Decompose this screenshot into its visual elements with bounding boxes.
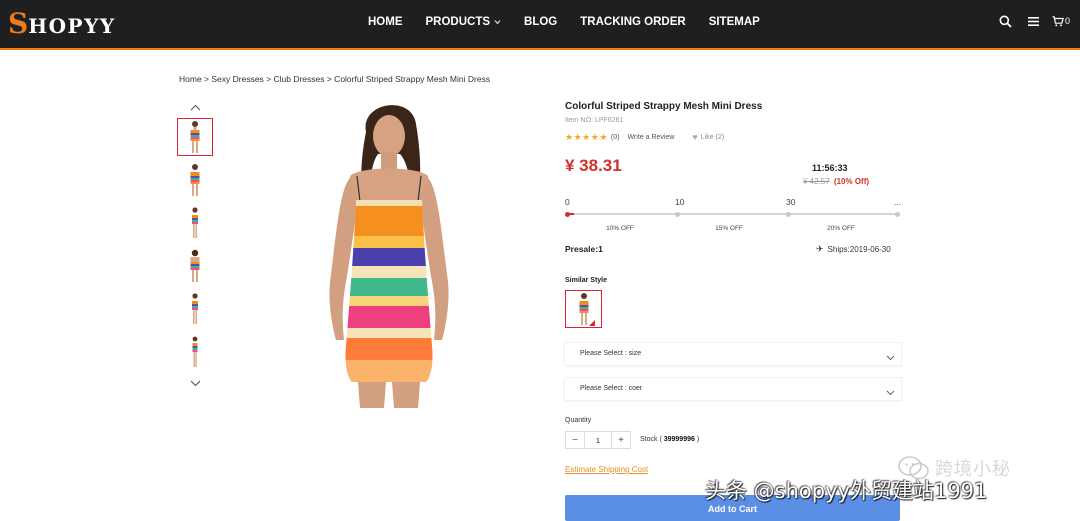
main-nav: HOME PRODUCTS BLOG TRACKING ORDER SITEMA…: [368, 0, 783, 44]
cart-icon[interactable]: 0: [1052, 12, 1070, 30]
product-title: Colorful Striped Strappy Mesh Mini Dress: [565, 101, 763, 112]
similar-style-label: Similar Style: [565, 277, 608, 284]
header-icons: 0: [986, 12, 1070, 30]
star-icon: ★: [573, 132, 582, 142]
cart-count: 0: [1064, 16, 1070, 26]
tier-qty-0: 0: [565, 197, 570, 207]
nav-products-label: PRODUCTS: [425, 16, 491, 28]
countdown-timer: 11:56:33: [812, 163, 848, 173]
search-icon[interactable]: [996, 12, 1014, 30]
like-button[interactable]: ♥ Like (2): [692, 132, 724, 142]
chevron-down-icon: [886, 383, 895, 401]
like-label: Like (2): [700, 133, 725, 141]
quantity-label: Quantity: [565, 417, 592, 424]
stock-suffix: ): [694, 436, 700, 443]
ship-date-text: Ships:2019-06-30: [827, 245, 891, 254]
tier-dot: [894, 211, 900, 217]
tier-dot: [785, 211, 791, 217]
quantity-input[interactable]: 1: [584, 432, 612, 448]
thumbnail-6[interactable]: [177, 333, 213, 371]
chevron-down-icon: [886, 348, 895, 366]
original-price: ¥ 42.57: [803, 177, 830, 186]
rating-row: ★ ★ ★ ★ ★ (0) Write a Review ♥ Like (2): [565, 132, 724, 142]
shopyy-logo[interactable]: S HOPYY: [8, 9, 116, 39]
tier-discounts: 10% OFF 15% OFF 20% OFF: [565, 225, 901, 235]
quantity-stepper: − 1 +: [565, 431, 631, 449]
tier-off-1: 10% OFF: [606, 225, 634, 232]
original-price-row: ¥ 42.57 (10% Off): [803, 177, 869, 186]
nav-sitemap-label: SITEMAP: [708, 16, 760, 28]
tier-quantities: 0 10 30 ...: [565, 197, 901, 209]
decrease-button[interactable]: −: [566, 432, 584, 448]
presale-info: Presale:1: [565, 244, 603, 254]
tier-qty-2: 30: [786, 197, 796, 207]
toutiao-watermark: 头条 @shopyy外贸建站1991: [705, 479, 988, 503]
nav-blog-label: BLOG: [524, 16, 558, 28]
stock-prefix: Stock (: [640, 436, 664, 443]
nav-tracking-order-label: TRACKING ORDER: [580, 16, 686, 28]
tier-dot: [674, 211, 680, 217]
top-navigation-bar: S HOPYY HOME PRODUCTS BLOG TRACKING ORDE…: [0, 0, 1080, 50]
logo-text: HOPYY: [28, 14, 116, 38]
similar-style-thumbnail[interactable]: [565, 290, 602, 328]
nav-tracking-order[interactable]: TRACKING ORDER: [580, 16, 685, 28]
nav-products[interactable]: PRODUCTS: [426, 16, 502, 28]
star-icon: ★: [599, 132, 608, 142]
star-icon: ★: [582, 132, 591, 142]
thumbnail-5[interactable]: [177, 290, 213, 328]
star-icon: ★: [565, 132, 574, 142]
star-icon: ★: [590, 132, 599, 142]
ship-date: ✈ Ships:2019-06-30: [816, 244, 891, 255]
menu-icon[interactable]: [1024, 12, 1042, 30]
increase-button[interactable]: +: [612, 432, 630, 448]
tier-qty-1: 10: [675, 197, 685, 207]
review-count: (0): [610, 133, 620, 141]
tier-qty-3: ...: [894, 197, 902, 207]
size-select[interactable]: Please Select : size: [565, 343, 901, 365]
discount-badge: (10% Off): [833, 177, 870, 186]
stock-info: Stock ( 39999996 ): [640, 436, 699, 443]
chevron-down-icon[interactable]: [176, 376, 214, 390]
logo-letter: S: [8, 7, 29, 40]
tier-off-3: 20% OFF: [827, 225, 855, 232]
size-select-label: Please Select : size: [580, 350, 642, 357]
color-select-label: Please Select : coer: [580, 385, 643, 392]
thumbnail-1[interactable]: [177, 118, 213, 156]
star-rating: ★ ★ ★ ★ ★: [565, 132, 608, 142]
nav-blog[interactable]: BLOG: [524, 16, 557, 28]
chevron-down-icon: [494, 18, 501, 27]
chevron-up-icon[interactable]: [176, 100, 214, 114]
airplane-icon: ✈: [816, 244, 824, 254]
nav-home[interactable]: HOME: [368, 16, 403, 28]
thumbnail-3[interactable]: [177, 204, 213, 242]
write-review-link[interactable]: Write a Review: [627, 134, 674, 141]
current-price: ¥ 38.31: [565, 156, 622, 175]
tier-dot: [564, 211, 570, 217]
color-select[interactable]: Please Select : coer: [565, 378, 901, 400]
tier-progress-bar: [564, 211, 900, 217]
thumbnail-2[interactable]: [177, 161, 213, 199]
nav-sitemap[interactable]: SITEMAP: [709, 16, 760, 28]
thumbnail-4[interactable]: [177, 247, 213, 285]
main-product-image[interactable]: [300, 96, 475, 408]
item-number: Item NO: LPF6261: [565, 117, 624, 124]
breadcrumb[interactable]: Home > Sexy Dresses > Club Dresses > Col…: [179, 74, 490, 84]
thumbnail-gallery: [176, 100, 214, 390]
stock-value: 39999996: [663, 436, 695, 443]
nav-home-label: HOME: [368, 16, 403, 28]
estimate-shipping-link[interactable]: Estimate Shipping Cost: [565, 465, 648, 474]
heart-icon: ♥: [692, 132, 698, 142]
tier-off-2: 15% OFF: [715, 225, 743, 232]
